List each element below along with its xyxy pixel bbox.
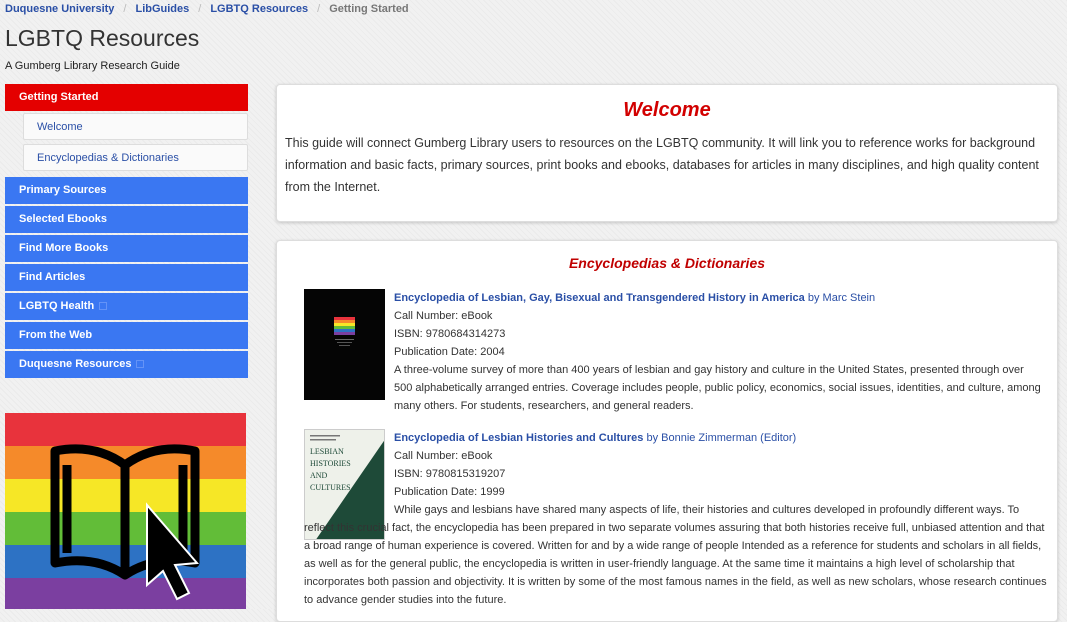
book-author: by Bonnie Zimmerman (Editor)	[646, 432, 797, 444]
book-call-number: Call Number: eBook	[394, 310, 493, 322]
book-isbn: ISBN: 9780684314273	[394, 328, 506, 340]
external-link-icon	[99, 302, 108, 311]
book-pub-date: Publication Date: 2004	[394, 346, 505, 358]
book-title-link[interactable]: Encyclopedia of Lesbian Histories and Cu…	[394, 432, 643, 444]
book-pub-date: Publication Date: 1999	[394, 486, 505, 498]
rainbow-flag-icon	[334, 317, 355, 346]
nav-item-selected-ebooks[interactable]: Selected Ebooks	[5, 206, 248, 233]
encyclopedias-heading: Encyclopedias & Dictionaries	[568, 255, 766, 271]
breadcrumb-separator: /	[123, 3, 127, 15]
welcome-text: This guide will connect Gumberg Library …	[285, 136, 1039, 194]
book-description: While gays and lesbians have shared many…	[304, 504, 1047, 606]
external-link-icon	[136, 360, 145, 369]
book-title-link[interactable]: Encyclopedia of Lesbian, Gay, Bisexual a…	[394, 292, 805, 304]
open-book-icon	[50, 444, 200, 601]
nav-item-label: Selected Ebooks	[19, 213, 108, 225]
nav-item-find-articles[interactable]: Find Articles	[5, 264, 248, 291]
nav-item-duquesne-resources[interactable]: Duquesne Resources	[5, 351, 248, 378]
book-isbn: ISBN: 9780815319207	[394, 468, 506, 480]
nav-item-label: From the Web	[19, 329, 93, 341]
cursor-icon	[146, 502, 200, 601]
guide-title: LGBTQ Resources	[5, 25, 200, 51]
nav-subitem-encyclopedias[interactable]: Encyclopedias & Dictionaries	[23, 144, 248, 171]
book-info: Encyclopedia of Lesbian, Gay, Bisexual a…	[394, 289, 1044, 415]
welcome-box: Welcome This guide will connect Gumberg …	[276, 84, 1058, 222]
guide-nav: Getting Started Welcome Encyclopedias & …	[5, 84, 248, 380]
welcome-heading: Welcome	[623, 99, 711, 121]
breadcrumb-guide-link[interactable]: LGBTQ Resources	[210, 3, 308, 15]
rainbow-book-banner	[5, 413, 246, 609]
breadcrumb-current: Getting Started	[329, 3, 409, 15]
breadcrumb-libguides-link[interactable]: LibGuides	[135, 3, 189, 15]
book-call-number: Call Number: eBook	[394, 450, 493, 462]
book-info: Encyclopedia of Lesbian Histories and Cu…	[394, 429, 1044, 501]
nav-item-getting-started[interactable]: Getting Started	[5, 84, 248, 111]
breadcrumb-duquesne-link[interactable]: Duquesne University	[5, 3, 114, 15]
book-cover-title: LESBIAN HISTORIES AND CULTURES	[310, 447, 351, 492]
nav-item-label: LGBTQ Health	[19, 300, 95, 312]
breadcrumb-separator: /	[317, 3, 321, 15]
nav-item-label: Find More Books	[19, 242, 109, 254]
nav-item-label: Find Articles	[19, 271, 86, 283]
book-description: A three-volume survey of more than 400 y…	[394, 364, 1041, 412]
breadcrumb: Duquesne University / LibGuides / LGBTQ Reso…	[5, 3, 409, 15]
book-author: by Marc Stein	[807, 292, 876, 304]
guide-subtitle: A Gumberg Library Research Guide	[5, 60, 180, 72]
nav-item-from-the-web[interactable]: From the Web	[5, 322, 248, 349]
breadcrumb-separator: /	[198, 3, 202, 15]
nav-item-primary-sources[interactable]: Primary Sources	[5, 177, 248, 204]
book-cover[interactable]	[304, 289, 385, 400]
nav-item-find-more-books[interactable]: Find More Books	[5, 235, 248, 262]
nav-subitem-welcome[interactable]: Welcome	[23, 113, 248, 140]
nav-item-label: Primary Sources	[19, 184, 107, 196]
encyclopedias-box: Encyclopedias & Dictionaries Encyclopedi…	[276, 240, 1058, 622]
nav-item-label: Duquesne Resources	[19, 358, 132, 370]
nav-item-lgbtq-health[interactable]: LGBTQ Health	[5, 293, 248, 320]
